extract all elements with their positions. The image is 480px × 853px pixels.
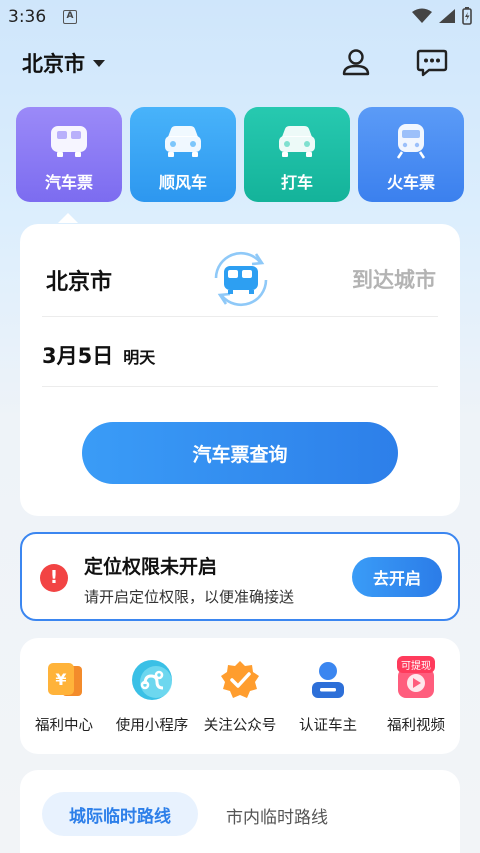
tab-taxi[interactable]: 打车 xyxy=(244,107,350,202)
quick-verify-driver[interactable]: 认证车主 xyxy=(284,658,372,735)
departure-date: 3月5日 xyxy=(42,344,114,368)
quick-label: 关注公众号 xyxy=(203,718,277,734)
quick-label: 使用小程序 xyxy=(115,718,189,734)
battery-icon xyxy=(462,7,472,25)
quick-label: 福利视频 xyxy=(387,718,445,734)
divider xyxy=(42,386,438,387)
tab-indicator xyxy=(58,213,78,223)
bus-icon xyxy=(47,121,91,161)
driver-profile-icon xyxy=(312,662,344,698)
date-selector[interactable]: 3月5日 明天 xyxy=(42,340,155,370)
taxi-icon xyxy=(275,121,319,161)
withdraw-badge: 可提现 xyxy=(397,656,435,673)
tab-label: 汽车票 xyxy=(44,173,93,192)
status-bar: 3:36 A xyxy=(0,0,480,34)
enable-location-button[interactable]: 去开启 xyxy=(352,557,442,597)
wallet-yen-icon: ¥ xyxy=(48,663,82,696)
tab-intercity-routes[interactable]: 城际临时路线 xyxy=(42,792,198,836)
caret-down-icon xyxy=(93,59,105,67)
tab-label: 打车 xyxy=(280,173,313,192)
date-note: 明天 xyxy=(123,348,156,367)
swap-bus-icon[interactable] xyxy=(202,240,280,318)
top-header: 北京市 xyxy=(0,40,480,86)
quick-welfare-video[interactable]: 福利视频 可提现 xyxy=(372,656,460,735)
bus-search-card: 北京市 到达城市 3月5日 明天 汽车票查询 xyxy=(20,224,460,516)
temporary-routes: 城际临时路线 市内临时路线 xyxy=(20,770,460,853)
status-time: 3:36 xyxy=(8,7,47,27)
tab-bus-ticket[interactable]: 汽车票 xyxy=(16,107,122,202)
arrival-city-input[interactable]: 到达城市 xyxy=(352,264,436,294)
exclamation-icon: ! xyxy=(40,564,68,592)
quick-label: 福利中心 xyxy=(35,718,93,734)
quick-follow-account[interactable]: 关注公众号 xyxy=(196,658,284,735)
svg-text:¥: ¥ xyxy=(55,670,66,689)
city-selector[interactable]: 北京市 xyxy=(22,48,105,78)
tab-label: 顺风车 xyxy=(158,173,207,192)
verified-badge-icon xyxy=(221,661,259,698)
car-icon xyxy=(161,121,205,161)
wifi-icon xyxy=(412,8,432,23)
current-city: 北京市 xyxy=(22,52,85,76)
message-icon[interactable] xyxy=(412,42,452,82)
warning-description: 请开启定位权限，以便准确接送 xyxy=(84,588,295,606)
departure-city[interactable]: 北京市 xyxy=(46,264,112,296)
quick-mini-program[interactable]: 使用小程序 xyxy=(108,658,196,735)
quick-label: 认证车主 xyxy=(299,718,357,734)
tab-carpool[interactable]: 顺风车 xyxy=(130,107,236,202)
tab-city-routes[interactable]: 市内临时路线 xyxy=(226,803,328,828)
mini-program-icon xyxy=(132,660,172,700)
notification-a-icon: A xyxy=(63,10,77,24)
user-icon[interactable] xyxy=(336,42,376,82)
quick-welfare-center[interactable]: ¥ 福利中心 xyxy=(20,658,108,735)
bus-query-button[interactable]: 汽车票查询 xyxy=(82,422,398,484)
location-permission-banner: ! 定位权限未开启 请开启定位权限，以便准确接送 去开启 xyxy=(20,532,460,621)
train-icon xyxy=(389,121,433,161)
divider xyxy=(42,316,438,317)
warning-title: 定位权限未开启 xyxy=(84,556,218,578)
signal-icon xyxy=(439,9,455,23)
tab-label: 火车票 xyxy=(386,173,435,192)
tab-train-ticket[interactable]: 火车票 xyxy=(358,107,464,202)
quick-entries: ¥ 福利中心 使用小程序 关注公众号 认证车主 福利视频 可提现 xyxy=(20,638,460,754)
service-tabs: 汽车票 顺风车 打车 火车票 xyxy=(16,107,464,202)
